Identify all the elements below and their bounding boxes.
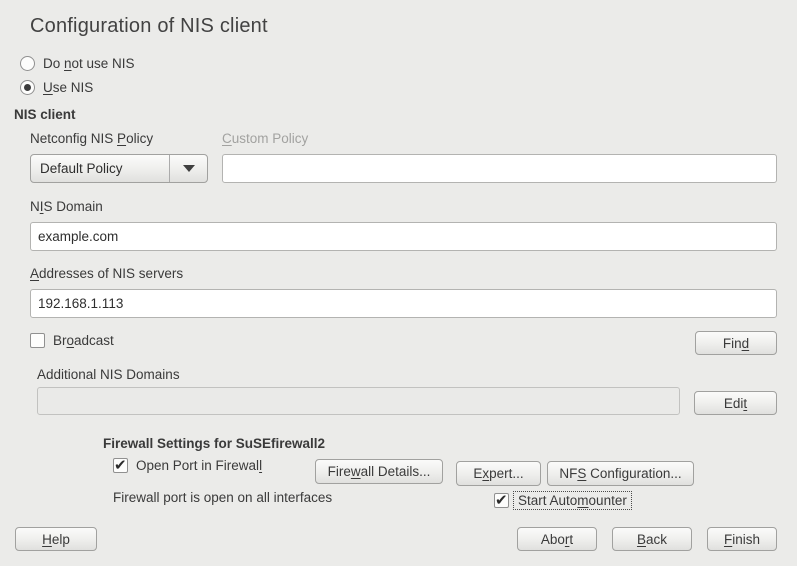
netconfig-policy-label: Netconfig NIS Policy [30, 131, 153, 146]
nis-domain-label: NIS Domain [30, 199, 103, 214]
nfs-configuration-button-label: NFS Configuration... [559, 466, 681, 481]
abort-button-label: Abort [541, 532, 573, 547]
firewall-status-text: Firewall port is open on all interfaces [113, 490, 332, 505]
back-button-label: Back [637, 532, 667, 547]
radio-button-icon[interactable] [20, 56, 35, 71]
additional-nis-domains-input [37, 387, 680, 415]
nis-client-heading: NIS client [14, 107, 76, 122]
finish-button-label: Finish [724, 532, 760, 547]
nis-servers-input[interactable] [30, 289, 777, 318]
edit-button-label: Edit [724, 396, 747, 411]
radio-do-not-use-nis-label: Do not use NIS [43, 56, 135, 71]
expert-button-label: Expert... [473, 466, 523, 481]
help-button[interactable]: Help [15, 527, 97, 551]
radio-do-not-use-nis[interactable]: Do not use NIS [20, 56, 135, 71]
back-button[interactable]: Back [612, 527, 692, 551]
nis-client-dialog: { "title": "Configuration of NIS client"… [0, 0, 797, 566]
nis-domain-input[interactable] [30, 222, 777, 251]
find-button-label: Find [723, 336, 749, 351]
firewall-details-button[interactable]: Firewall Details... [315, 459, 443, 484]
start-automounter-checkbox[interactable]: Start Automounter [494, 491, 632, 510]
checkbox-icon[interactable] [113, 458, 128, 473]
broadcast-label: Broadcast [53, 333, 114, 348]
checkbox-icon[interactable] [30, 333, 45, 348]
finish-button[interactable]: Finish [707, 527, 777, 551]
find-button[interactable]: Find [695, 331, 777, 355]
open-port-in-firewall-checkbox[interactable]: Open Port in Firewall [113, 458, 262, 473]
firewall-details-button-label: Firewall Details... [328, 464, 431, 479]
netconfig-policy-dropdown[interactable]: Default Policy [30, 154, 208, 183]
page-title: Configuration of NIS client [30, 15, 268, 38]
expert-button[interactable]: Expert... [456, 461, 541, 486]
nfs-configuration-button[interactable]: NFS Configuration... [547, 461, 694, 486]
broadcast-checkbox[interactable]: Broadcast [30, 333, 114, 348]
nis-servers-label: Addresses of NIS servers [30, 266, 183, 281]
help-button-label: Help [42, 532, 70, 547]
radio-use-nis[interactable]: Use NIS [20, 80, 93, 95]
open-port-in-firewall-label: Open Port in Firewall [136, 458, 262, 473]
radio-use-nis-label: Use NIS [43, 80, 93, 95]
additional-nis-domains-label: Additional NIS Domains [37, 367, 180, 382]
radio-button-icon[interactable] [20, 80, 35, 95]
custom-policy-label: Custom Policy [222, 131, 308, 146]
custom-policy-input [222, 154, 777, 183]
netconfig-policy-dropdown-value: Default Policy [31, 155, 169, 182]
chevron-down-icon [169, 155, 207, 182]
edit-button[interactable]: Edit [694, 391, 777, 415]
firewall-settings-heading: Firewall Settings for SuSEfirewall2 [103, 436, 325, 451]
abort-button[interactable]: Abort [517, 527, 597, 551]
checkbox-icon[interactable] [494, 493, 509, 508]
start-automounter-label: Start Automounter [513, 491, 632, 510]
